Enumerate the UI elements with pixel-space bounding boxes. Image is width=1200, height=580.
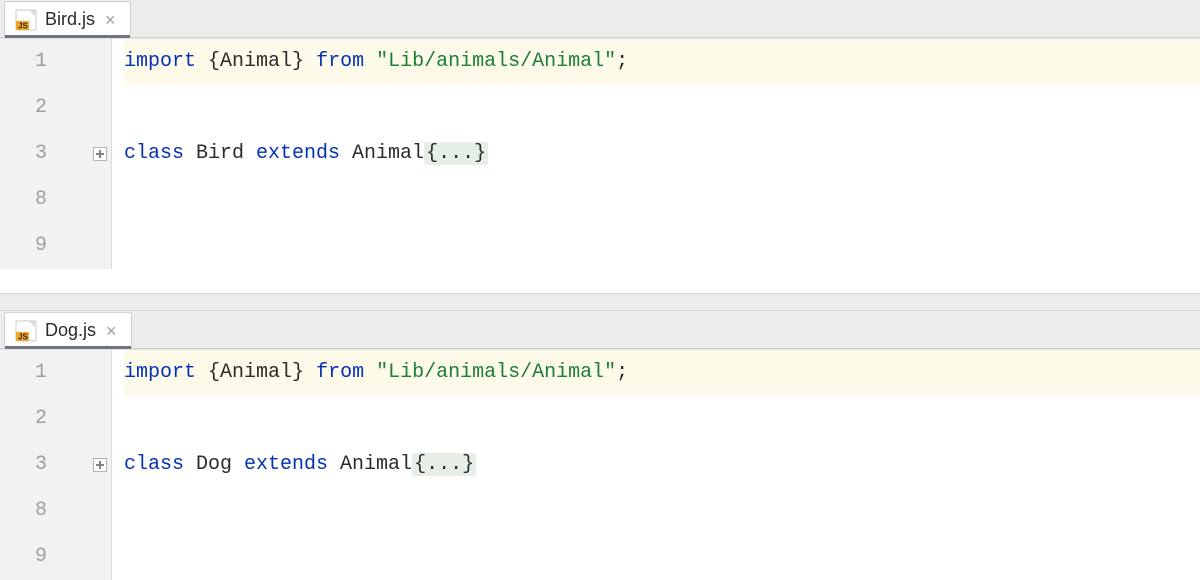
code-editor[interactable]: 12389 import {Animal} from "Lib/animals/… — [0, 349, 1200, 580]
code-token — [304, 361, 316, 384]
code-line[interactable] — [124, 396, 1200, 442]
code-line[interactable] — [124, 534, 1200, 580]
fold-expand-icon[interactable] — [93, 458, 107, 472]
close-icon[interactable]: × — [106, 322, 117, 340]
pane-gap — [0, 293, 1200, 311]
line-number: 3 — [0, 442, 111, 488]
code-token: {...} — [412, 453, 476, 476]
code-token: } — [292, 361, 304, 384]
line-number: 3 — [0, 131, 111, 177]
fold-expand-icon[interactable] — [93, 147, 107, 161]
code-token: Animal — [352, 142, 424, 165]
editor-pane: JS Bird.js × 12389 import {Animal} from … — [0, 0, 1200, 269]
js-file-icon: JS — [15, 320, 37, 342]
code-token: extends — [256, 142, 352, 165]
code-line[interactable]: class Dog extends Animal{...} — [124, 442, 1200, 488]
code-token: } — [292, 50, 304, 73]
line-number: 9 — [0, 534, 111, 580]
line-number: 8 — [0, 488, 111, 534]
file-tab[interactable]: JS Dog.js × — [4, 312, 132, 348]
code-area[interactable]: import {Animal} from "Lib/animals/Animal… — [112, 350, 1200, 580]
code-token: from — [316, 361, 376, 384]
code-token: ; — [616, 50, 628, 73]
code-token — [304, 50, 316, 73]
tab-filename: Bird.js — [45, 9, 95, 30]
tab-filename: Dog.js — [45, 320, 96, 341]
code-line[interactable]: import {Animal} from "Lib/animals/Animal… — [124, 39, 1200, 85]
code-token: extends — [244, 453, 340, 476]
editor-pane: JS Dog.js × 12389 import {Animal} from "… — [0, 311, 1200, 580]
svg-text:JS: JS — [18, 21, 28, 30]
code-token: Bird — [196, 142, 256, 165]
gutter: 12389 — [0, 39, 112, 269]
code-line[interactable]: import {Animal} from "Lib/animals/Animal… — [124, 350, 1200, 396]
code-token: import — [124, 361, 208, 384]
line-number: 1 — [0, 350, 111, 396]
line-number: 9 — [0, 223, 111, 269]
code-token: ; — [616, 361, 628, 384]
line-number: 8 — [0, 177, 111, 223]
code-token: "Lib/animals/Animal" — [376, 50, 616, 73]
code-token: Dog — [196, 453, 244, 476]
code-token: class — [124, 453, 196, 476]
code-token: from — [316, 50, 376, 73]
code-token: class — [124, 142, 196, 165]
code-line[interactable] — [124, 85, 1200, 131]
code-token: import — [124, 50, 208, 73]
code-area[interactable]: import {Animal} from "Lib/animals/Animal… — [112, 39, 1200, 269]
svg-text:JS: JS — [18, 332, 28, 341]
code-line[interactable] — [124, 223, 1200, 269]
tab-bar: JS Dog.js × — [0, 311, 1200, 349]
code-token: "Lib/animals/Animal" — [376, 361, 616, 384]
js-file-icon: JS — [15, 9, 37, 31]
line-number: 1 — [0, 39, 111, 85]
code-token: Animal — [340, 453, 412, 476]
code-token: {...} — [424, 142, 488, 165]
code-token: Animal — [220, 50, 292, 73]
code-editor[interactable]: 12389 import {Animal} from "Lib/animals/… — [0, 38, 1200, 269]
tab-bar: JS Bird.js × — [0, 0, 1200, 38]
line-number: 2 — [0, 85, 111, 131]
code-line[interactable] — [124, 177, 1200, 223]
pane-divider — [0, 269, 1200, 293]
code-line[interactable]: class Bird extends Animal{...} — [124, 131, 1200, 177]
code-token: { — [208, 361, 220, 384]
code-token: Animal — [220, 361, 292, 384]
code-line[interactable] — [124, 488, 1200, 534]
line-number: 2 — [0, 396, 111, 442]
code-token: { — [208, 50, 220, 73]
close-icon[interactable]: × — [105, 11, 116, 29]
file-tab[interactable]: JS Bird.js × — [4, 1, 131, 37]
gutter: 12389 — [0, 350, 112, 580]
